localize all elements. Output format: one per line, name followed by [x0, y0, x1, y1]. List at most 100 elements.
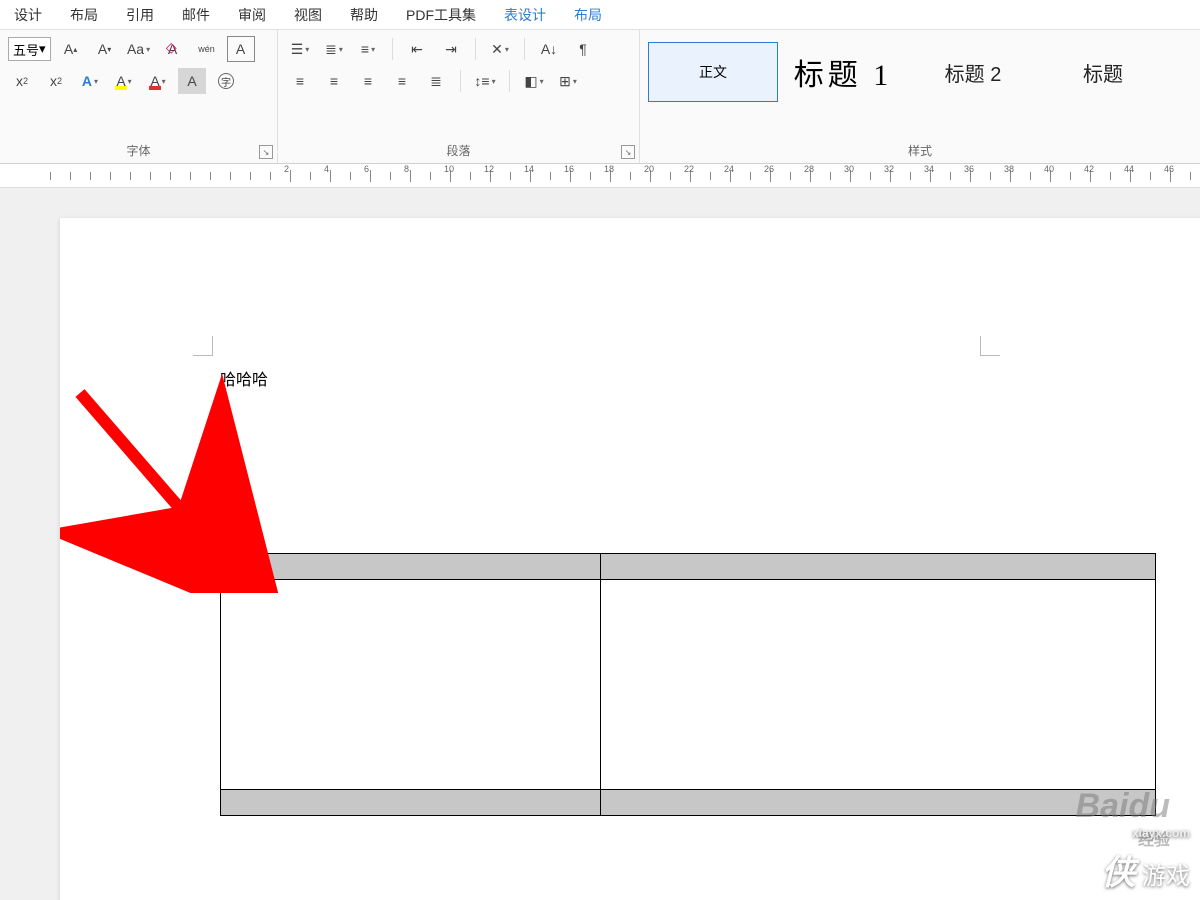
watermark-xiayx-right: 游戏 — [1142, 863, 1190, 890]
menu-bar: 设计 布局 引用 邮件 审阅 视图 帮助 PDF工具集 表设计 布局 — [0, 0, 1200, 30]
tab-pdf-tools[interactable]: PDF工具集 — [392, 0, 490, 29]
watermark-xiayx: xiayx.com 侠 游戏 — [1101, 811, 1190, 894]
table-cell[interactable] — [601, 554, 1156, 580]
style-heading1[interactable]: 标题 1 — [778, 42, 908, 102]
align-center-icon: ≡ — [330, 73, 338, 89]
table-cell[interactable] — [601, 790, 1156, 816]
justify-button[interactable]: ≡ — [388, 68, 416, 94]
align-left-button[interactable]: ≡ — [286, 68, 314, 94]
phonetic-guide-button[interactable]: wén — [193, 36, 221, 62]
char-border-label: A — [236, 41, 245, 57]
font-dialog-launcher[interactable]: ↘ — [259, 145, 273, 159]
change-case-label: Aa — [127, 41, 144, 57]
decrease-indent-button[interactable]: ⇤ — [403, 36, 431, 62]
numbering-button[interactable]: ≣▾ — [320, 36, 348, 62]
style-normal[interactable]: 正文 — [648, 42, 778, 102]
watermark-xiayx-url: xiayx.com — [1132, 826, 1190, 840]
align-right-button[interactable]: ≡ — [354, 68, 382, 94]
increase-indent-button[interactable]: ⇥ — [437, 36, 465, 62]
paragraph-dialog-launcher[interactable]: ↘ — [621, 145, 635, 159]
style-title[interactable]: 标题 — [1038, 42, 1168, 102]
ribbon: 五号 ▾ A▴ A▾ Aa▾ A◇ wén A x2 x2 A▾ A▾ A▾ A… — [0, 30, 1200, 164]
separator — [460, 70, 461, 92]
clear-formatting-button[interactable]: A◇ — [159, 36, 187, 62]
character-shading-button[interactable]: A — [178, 68, 206, 94]
indent-icon: ⇥ — [445, 41, 457, 58]
tab-table-layout[interactable]: 布局 — [560, 0, 616, 29]
distribute-icon: ≣ — [430, 73, 442, 90]
line-spacing-button[interactable]: ↕≡▾ — [471, 68, 499, 94]
styles-group-label: 样式 — [648, 138, 1192, 163]
table-cell[interactable] — [221, 580, 601, 790]
separator — [524, 38, 525, 60]
align-right-icon: ≡ — [364, 73, 372, 89]
table-cell[interactable] — [221, 790, 601, 816]
tab-review[interactable]: 审阅 — [224, 0, 280, 29]
separator — [509, 70, 510, 92]
sort-icon: A↓ — [541, 41, 557, 57]
superscript-button[interactable]: x2 — [42, 68, 70, 94]
text-effects-button[interactable]: A▾ — [76, 68, 104, 94]
styles-gallery: 正文 标题 1 标题 2 标题 — [648, 36, 1192, 102]
multilevel-icon: ≡ — [361, 41, 369, 57]
separator — [475, 38, 476, 60]
distribute-button[interactable]: ≣ — [422, 68, 450, 94]
justify-icon: ≡ — [398, 73, 406, 89]
chevron-down-icon: ▾ — [39, 41, 46, 57]
margin-corner-top-left — [193, 336, 213, 356]
enclose-characters-button[interactable]: 字 — [212, 68, 240, 94]
grow-font-button[interactable]: A▴ — [57, 36, 85, 62]
numbering-icon: ≣ — [325, 41, 337, 58]
asian-layout-button[interactable]: ✕▾ — [486, 36, 514, 62]
tab-mailings[interactable]: 邮件 — [168, 0, 224, 29]
font-group-label: 字体 — [8, 138, 269, 163]
paint-bucket-icon: ◧ — [524, 73, 537, 90]
style-heading2[interactable]: 标题 2 — [908, 42, 1038, 102]
highlight-button[interactable]: A▾ — [110, 68, 138, 94]
subscript-button[interactable]: x2 — [8, 68, 36, 94]
separator — [392, 38, 393, 60]
table-row[interactable] — [221, 580, 1156, 790]
bullets-button[interactable]: ☰▾ — [286, 36, 314, 62]
tab-layout[interactable]: 布局 — [56, 0, 112, 29]
table-row[interactable] — [221, 554, 1156, 580]
watermark-xiayx-left: 侠 — [1101, 854, 1135, 892]
shrink-font-button[interactable]: A▾ — [91, 36, 119, 62]
table-row[interactable] — [221, 790, 1156, 816]
table-cell[interactable] — [601, 580, 1156, 790]
align-left-icon: ≡ — [296, 73, 304, 89]
tab-help[interactable]: 帮助 — [336, 0, 392, 29]
show-hide-marks-button[interactable]: ¶ — [569, 36, 597, 62]
character-border-button[interactable]: A — [227, 36, 255, 62]
font-size-select[interactable]: 五号 ▾ — [8, 37, 51, 61]
enclose-label: 字 — [218, 73, 234, 89]
move-icon: ✥ — [209, 540, 219, 554]
shading-button[interactable]: ◧▾ — [520, 68, 548, 94]
tab-references[interactable]: 引用 — [112, 0, 168, 29]
tab-view[interactable]: 视图 — [280, 0, 336, 29]
ribbon-group-paragraph: ☰▾ ≣▾ ≡▾ ⇤ ⇥ ✕▾ A↓ ¶ ≡ ≡ ≡ ≡ ≣ ↕≡▾ ◧▾ ⊞▾… — [278, 30, 640, 163]
font-color-button[interactable]: A▾ — [144, 68, 172, 94]
sort-button[interactable]: A↓ — [535, 36, 563, 62]
change-case-button[interactable]: Aa▾ — [125, 36, 153, 62]
phonetic-label: wén — [198, 44, 215, 54]
tab-table-design[interactable]: 表设计 — [490, 0, 560, 29]
document-table[interactable] — [220, 553, 1156, 816]
bullets-icon: ☰ — [291, 41, 304, 58]
paragraph-group-label: 段落 — [286, 138, 631, 163]
outdent-icon: ⇤ — [411, 41, 423, 58]
document-page[interactable]: 哈哈哈 ✥ — [60, 218, 1200, 900]
ribbon-group-font: 五号 ▾ A▴ A▾ Aa▾ A◇ wén A x2 x2 A▾ A▾ A▾ A… — [0, 30, 278, 163]
document-area[interactable]: 哈哈哈 ✥ — [0, 188, 1200, 900]
multilevel-list-button[interactable]: ≡▾ — [354, 36, 382, 62]
borders-icon: ⊞ — [559, 73, 571, 90]
ribbon-group-styles: 正文 标题 1 标题 2 标题 样式 — [640, 30, 1200, 163]
borders-button[interactable]: ⊞▾ — [554, 68, 582, 94]
align-center-button[interactable]: ≡ — [320, 68, 348, 94]
tab-design[interactable]: 设计 — [0, 0, 56, 29]
table-cell[interactable] — [221, 554, 601, 580]
line-spacing-icon: ↕≡ — [474, 73, 489, 89]
document-body-text[interactable]: 哈哈哈 — [220, 366, 268, 390]
horizontal-ruler[interactable]: 2468101214161820222426283032343638404244… — [0, 164, 1200, 188]
margin-corner-top-right — [980, 336, 1000, 356]
